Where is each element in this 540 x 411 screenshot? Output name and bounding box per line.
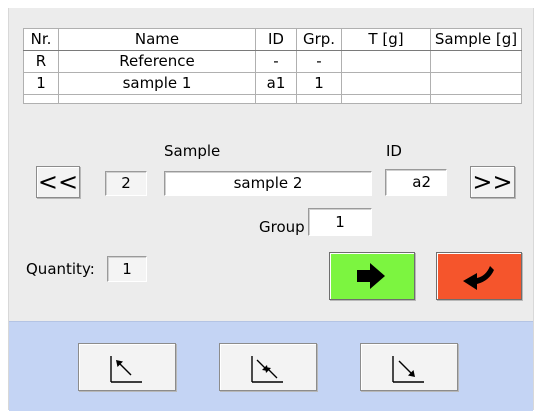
sample-index-field: 2 xyxy=(105,171,147,196)
group-field[interactable]: 1 xyxy=(308,208,372,236)
cell-empty xyxy=(23,94,59,104)
group-label: Group xyxy=(259,218,305,236)
cell-empty xyxy=(296,94,342,104)
cell-id: a1 xyxy=(255,72,297,95)
sample-name-field[interactable]: sample 2 xyxy=(164,171,372,196)
column-header-group[interactable]: Grp. xyxy=(296,28,342,51)
id-label: ID xyxy=(386,142,402,160)
quantity-label: Quantity: xyxy=(26,260,95,278)
cell-id: - xyxy=(255,50,297,73)
column-header-sample[interactable]: Sample [g] xyxy=(430,28,522,51)
cell-group: - xyxy=(296,50,342,73)
samples-table: Nr. Name ID Grp. T [g] Sample [g] R Refe… xyxy=(23,28,522,104)
cell-empty xyxy=(58,94,256,104)
return-arrow-icon xyxy=(463,266,494,290)
cell-name: sample 1 xyxy=(58,72,256,95)
table-row-empty xyxy=(23,94,522,104)
column-header-t[interactable]: T [g] xyxy=(341,28,431,51)
table-row[interactable]: 1 sample 1 a1 1 xyxy=(23,72,522,95)
cell-empty xyxy=(255,94,297,104)
column-header-nr[interactable]: Nr. xyxy=(23,28,59,51)
previous-sample-button[interactable]: << xyxy=(36,166,80,198)
move-up-left-icon xyxy=(110,356,142,383)
app-window: Nr. Name ID Grp. T [g] Sample [g] R Refe… xyxy=(8,8,534,411)
move-up-left-button[interactable] xyxy=(78,343,176,391)
swap-diagonal-button[interactable] xyxy=(219,343,317,391)
cell-sample xyxy=(430,50,522,73)
cell-t xyxy=(341,72,431,95)
main-panel: Nr. Name ID Grp. T [g] Sample [g] R Refe… xyxy=(9,8,533,321)
bottom-toolbar xyxy=(9,321,533,411)
back-button[interactable] xyxy=(436,252,522,300)
cell-group: 1 xyxy=(296,72,342,95)
cell-empty xyxy=(430,94,522,104)
quantity-field: 1 xyxy=(107,256,147,282)
next-sample-button[interactable]: >> xyxy=(470,166,515,198)
column-header-id[interactable]: ID xyxy=(255,28,297,51)
move-down-right-icon xyxy=(392,356,424,383)
column-header-name[interactable]: Name xyxy=(58,28,256,51)
table-header-row: Nr. Name ID Grp. T [g] Sample [g] xyxy=(23,28,522,51)
arrow-right-icon xyxy=(357,263,385,289)
cell-t xyxy=(341,50,431,73)
cell-nr: 1 xyxy=(23,72,59,95)
swap-diagonal-icon xyxy=(251,356,283,383)
cell-nr: R xyxy=(23,50,59,73)
sample-label: Sample xyxy=(164,142,221,160)
cell-name: Reference xyxy=(58,50,256,73)
move-down-right-button[interactable] xyxy=(360,343,458,391)
id-field[interactable]: a2 xyxy=(385,169,447,196)
confirm-button[interactable] xyxy=(329,252,415,300)
cell-empty xyxy=(341,94,431,104)
table-row[interactable]: R Reference - - xyxy=(23,50,522,73)
cell-sample xyxy=(430,72,522,95)
